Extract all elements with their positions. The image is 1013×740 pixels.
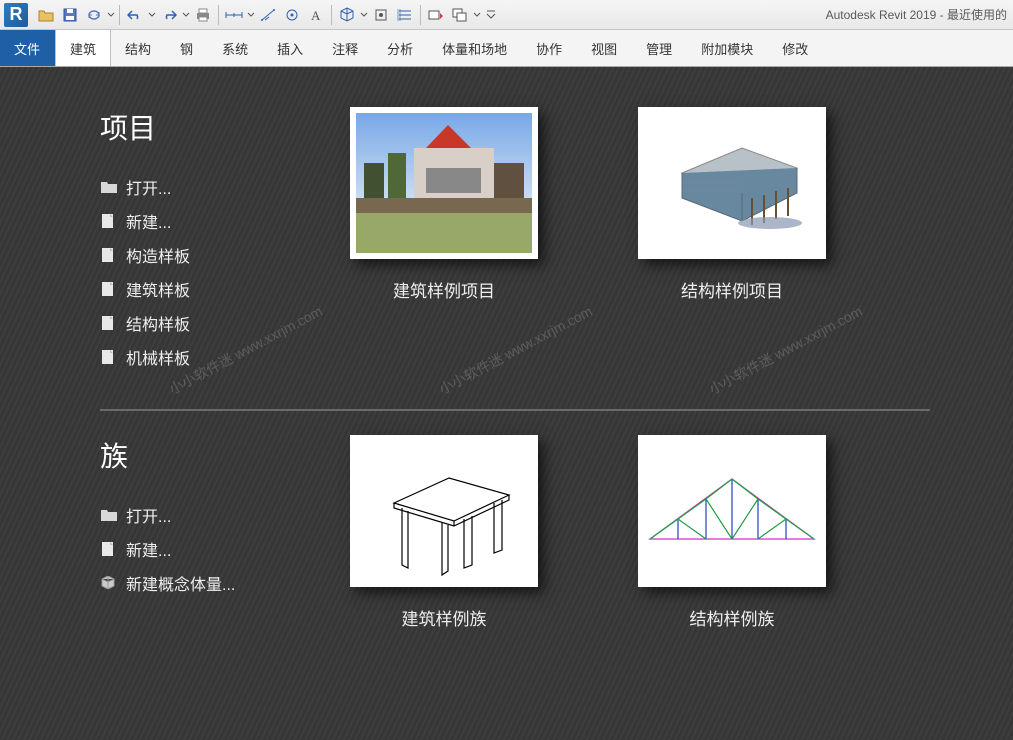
chevron-down-icon[interactable] xyxy=(181,11,191,19)
tile-label: 建筑样例族 xyxy=(402,605,487,630)
open-icon[interactable] xyxy=(35,4,57,26)
tab-insert[interactable]: 插入 xyxy=(263,30,318,66)
document-icon xyxy=(100,316,118,330)
print-icon[interactable] xyxy=(192,4,214,26)
project-architectural-template[interactable]: 建筑样板 xyxy=(100,277,350,301)
tile-architectural-sample-project[interactable]: 建筑样例项目 xyxy=(350,107,538,302)
item-label: 结构样板 xyxy=(126,311,190,335)
tile-label: 建筑样例项目 xyxy=(393,277,495,302)
undo-icon[interactable] xyxy=(124,4,146,26)
tile-thumbnail xyxy=(350,107,538,259)
folder-icon xyxy=(100,180,118,194)
item-label: 机械样板 xyxy=(126,345,190,369)
item-label: 新建... xyxy=(126,209,171,233)
tab-file[interactable]: 文件 xyxy=(0,30,55,66)
tile-structural-sample-project[interactable]: 结构样例项目 xyxy=(638,107,826,302)
item-label: 打开... xyxy=(126,175,171,199)
align-dimension-icon[interactable] xyxy=(257,4,279,26)
tag-icon[interactable] xyxy=(281,4,303,26)
family-open[interactable]: 打开... xyxy=(100,503,350,527)
projects-heading: 项目 xyxy=(100,107,350,147)
tab-systems[interactable]: 系统 xyxy=(208,30,263,66)
ribbon-tabs: 文件 建筑 结构 钢 系统 插入 注释 分析 体量和场地 协作 视图 管理 附加… xyxy=(0,30,1013,67)
cube-icon xyxy=(100,576,118,590)
thin-lines-icon[interactable] xyxy=(394,4,416,26)
tile-thumbnail xyxy=(350,435,538,587)
chevron-down-icon[interactable] xyxy=(359,11,369,19)
3dview-icon[interactable] xyxy=(336,4,358,26)
quick-access-toolbar: R A xyxy=(0,0,1013,30)
item-label: 打开... xyxy=(126,503,171,527)
projects-section: 项目 打开... 新建... 构造样板 建筑样板 xyxy=(100,107,930,409)
tab-modify[interactable]: 修改 xyxy=(768,30,823,66)
tab-architecture[interactable]: 建筑 xyxy=(55,30,111,66)
document-icon xyxy=(100,350,118,364)
measure-icon[interactable] xyxy=(223,4,245,26)
tab-addins[interactable]: 附加模块 xyxy=(687,30,768,66)
project-construction-template[interactable]: 构造样板 xyxy=(100,243,350,267)
tile-label: 结构样例族 xyxy=(690,605,775,630)
item-label: 建筑样板 xyxy=(126,277,190,301)
tab-massing-site[interactable]: 体量和场地 xyxy=(428,30,522,66)
tab-annotate[interactable]: 注释 xyxy=(318,30,373,66)
svg-text:A: A xyxy=(311,8,321,22)
tab-steel[interactable]: 钢 xyxy=(166,30,208,66)
tab-collaborate[interactable]: 协作 xyxy=(522,30,577,66)
item-label: 构造样板 xyxy=(126,243,190,267)
app-logo[interactable]: R xyxy=(4,3,28,27)
family-new[interactable]: 新建... xyxy=(100,537,350,561)
item-label: 新建概念体量... xyxy=(126,571,235,595)
recent-files-page: 项目 打开... 新建... 构造样板 建筑样板 xyxy=(0,67,1013,740)
families-section: 族 打开... 新建... 新建概念体量... xyxy=(100,409,930,660)
window-title: Autodesk Revit 2019 - 最近使用的 xyxy=(826,6,1013,23)
document-icon xyxy=(100,282,118,296)
tab-structure[interactable]: 结构 xyxy=(111,30,166,66)
tile-thumbnail xyxy=(638,107,826,259)
document-icon xyxy=(100,214,118,228)
document-icon xyxy=(100,542,118,556)
save-icon[interactable] xyxy=(59,4,81,26)
customize-qat-icon[interactable] xyxy=(486,10,496,20)
chevron-down-icon[interactable] xyxy=(106,11,116,19)
project-open[interactable]: 打开... xyxy=(100,175,350,199)
project-structural-template[interactable]: 结构样板 xyxy=(100,311,350,335)
chevron-down-icon[interactable] xyxy=(472,11,482,19)
redo-icon[interactable] xyxy=(158,4,180,26)
document-icon xyxy=(100,248,118,262)
tab-analyze[interactable]: 分析 xyxy=(373,30,428,66)
chevron-down-icon[interactable] xyxy=(147,11,157,19)
section-icon[interactable] xyxy=(370,4,392,26)
folder-icon xyxy=(100,508,118,522)
family-new-conceptual-mass[interactable]: 新建概念体量... xyxy=(100,571,350,595)
tile-thumbnail xyxy=(638,435,826,587)
close-hidden-icon[interactable] xyxy=(425,4,447,26)
tile-architectural-sample-family[interactable]: 建筑样例族 xyxy=(350,435,538,630)
project-new[interactable]: 新建... xyxy=(100,209,350,233)
tile-label: 结构样例项目 xyxy=(681,277,783,302)
chevron-down-icon[interactable] xyxy=(246,11,256,19)
text-icon[interactable]: A xyxy=(305,4,327,26)
switch-windows-icon[interactable] xyxy=(449,4,471,26)
project-mechanical-template[interactable]: 机械样板 xyxy=(100,345,350,369)
tile-structural-sample-family[interactable]: 结构样例族 xyxy=(638,435,826,630)
item-label: 新建... xyxy=(126,537,171,561)
families-heading: 族 xyxy=(100,435,350,475)
sync-icon[interactable] xyxy=(83,4,105,26)
tab-view[interactable]: 视图 xyxy=(577,30,632,66)
tab-manage[interactable]: 管理 xyxy=(632,30,687,66)
